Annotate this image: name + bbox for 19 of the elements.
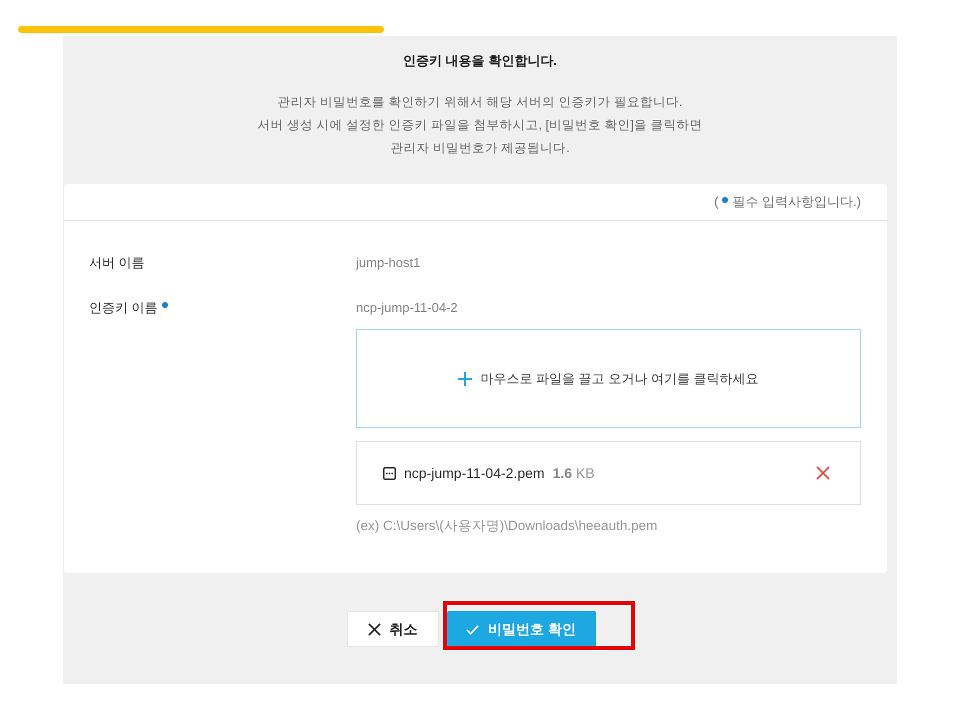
file-icon bbox=[383, 466, 396, 480]
file-name: ncp-jump-11-04-2.pem bbox=[404, 464, 545, 483]
file-size: 1.6 KB bbox=[552, 464, 595, 482]
required-dot-icon bbox=[722, 197, 728, 203]
field-value: ncp-jump-11-04-2 bbox=[356, 299, 459, 317]
path-example-text: (ex) C:\Users\(사용자명)\Downloads\heeauth.pem bbox=[356, 517, 658, 535]
file-drop-zone[interactable]: 마우스로 파일을 끌고 오거나 여기를 클릭하세요 bbox=[356, 329, 861, 428]
field-label: 인증키 이름 bbox=[89, 299, 158, 317]
plus-icon bbox=[458, 372, 472, 386]
check-icon bbox=[466, 622, 480, 636]
required-note-paren: ( bbox=[714, 193, 718, 212]
field-value: jump-host1 bbox=[356, 254, 422, 272]
required-note-text: 필수 입력사항입니다.) bbox=[732, 193, 861, 212]
dialog-heading: 인증키 내용을 확인합니다. bbox=[402, 52, 558, 70]
cancel-button[interactable]: 취소 bbox=[346, 611, 438, 647]
remove-file-button[interactable] bbox=[816, 466, 830, 480]
close-icon bbox=[368, 622, 380, 636]
field-label: 서버 이름 bbox=[89, 254, 145, 272]
description-text: 관리자 비밀번호를 확인하기 위해서 해당 서버의 인증키가 필요합니다. 서버 생성 시에 설정한 인증키 파일을 첨부하시고, [비밀번호 확인]을 클릭하면 관리자 비밀번호가 제공됩니다. bbox=[256, 94, 704, 157]
